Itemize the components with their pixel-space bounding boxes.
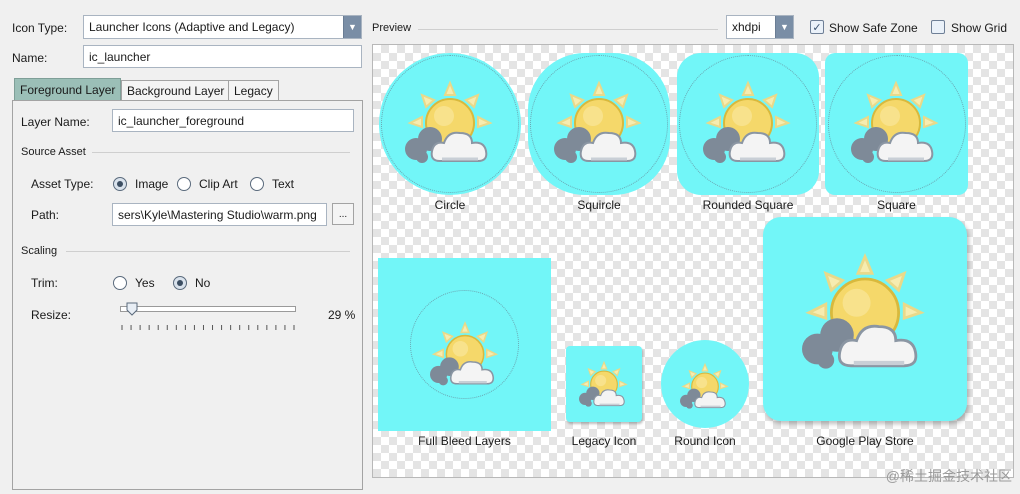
resize-slider-track[interactable] [120, 306, 296, 312]
path-input[interactable]: sers\Kyle\Mastering Studio\warm.png [112, 203, 327, 226]
chevron-down-icon[interactable]: ▼ [775, 16, 793, 38]
watermark-text: @稀土掘金技术社区 [885, 468, 1012, 484]
tab-foreground-layer[interactable]: Foreground Layer [14, 78, 122, 101]
preview-caption: Round Icon [674, 434, 736, 448]
preview-rounded-square [677, 53, 819, 195]
asset-type-text-radio[interactable] [250, 177, 264, 191]
preview-caption: Circle [434, 198, 466, 212]
trim-label: Trim: [31, 276, 58, 290]
asset-type-label: Asset Type: [31, 177, 94, 191]
name-input[interactable]: ic_launcher [83, 45, 362, 68]
density-value: xhdpi [732, 20, 761, 34]
preview-caption: Square [877, 198, 916, 212]
preview-play-store [763, 217, 967, 421]
tab-label: Background Layer [127, 84, 225, 98]
icon-type-label: Icon Type: [12, 21, 68, 35]
chevron-down-icon[interactable]: ▼ [343, 16, 361, 38]
path-value: sers\Kyle\Mastering Studio\warm.png [118, 207, 317, 222]
browse-label: ... [338, 208, 348, 220]
preview-caption: Full Bleed Layers [418, 434, 511, 448]
preview-caption: Legacy Icon [571, 434, 637, 448]
show-safe-zone-checkbox[interactable]: ✓ [810, 20, 824, 34]
trim-yes-label: Yes [135, 276, 155, 290]
section-divider [92, 152, 350, 153]
show-grid-checkbox[interactable] [931, 20, 945, 34]
resize-slider-thumb[interactable] [126, 302, 138, 316]
resize-label: Resize: [31, 308, 72, 322]
browse-button[interactable]: ... [332, 203, 354, 225]
asset-type-clipart-radio[interactable] [177, 177, 191, 191]
scaling-heading: Scaling [21, 245, 58, 257]
sun-cloud-icon [579, 360, 628, 407]
preview-label: Preview [372, 22, 412, 34]
preview-full-bleed [378, 258, 551, 431]
show-grid-label: Show Grid [951, 21, 1008, 35]
name-label: Name: [12, 51, 48, 65]
foreground-layer-panel [12, 100, 363, 490]
path-label: Path: [31, 208, 60, 222]
preview-caption: Google Play Store [816, 434, 914, 448]
section-divider [66, 251, 350, 252]
sun-cloud-icon [703, 80, 791, 163]
preview-caption: Squircle [577, 198, 621, 212]
checkmark-icon: ✓ [812, 21, 822, 34]
tab-legacy[interactable]: Legacy [228, 80, 279, 101]
icon-type-value: Launcher Icons (Adaptive and Legacy) [89, 20, 295, 34]
trim-no-label: No [195, 276, 211, 290]
layer-name-value: ic_launcher_foreground [118, 113, 245, 128]
preview-divider [418, 29, 718, 30]
sun-cloud-icon [802, 252, 925, 369]
trim-yes-radio[interactable] [113, 276, 127, 290]
preview-square [825, 53, 968, 195]
sun-cloud-icon [405, 80, 493, 163]
tab-label: Foreground Layer [20, 83, 116, 97]
trim-no-radio[interactable] [173, 276, 187, 290]
preview-legacy-icon [566, 346, 642, 422]
sun-cloud-icon [851, 80, 939, 163]
asset-type-image-label: Image [135, 177, 169, 191]
sun-cloud-icon [680, 362, 729, 409]
tab-background-layer[interactable]: Background Layer [121, 80, 231, 101]
icon-type-dropdown[interactable]: Launcher Icons (Adaptive and Legacy) ▼ [83, 15, 362, 39]
resize-value: 29 % [328, 308, 356, 322]
asset-type-clipart-label: Clip Art [199, 177, 238, 191]
preview-circle [379, 53, 521, 195]
layer-name-input[interactable]: ic_launcher_foreground [112, 109, 354, 132]
source-asset-heading: Source Asset [21, 146, 86, 158]
preview-squircle [528, 53, 670, 195]
density-dropdown[interactable]: xhdpi ▼ [726, 15, 794, 39]
name-input-value: ic_launcher [89, 49, 151, 64]
resize-slider-ticks [120, 320, 296, 330]
layer-name-label: Layer Name: [21, 115, 90, 129]
tab-label: Legacy [234, 84, 273, 98]
preview-caption: Rounded Square [702, 198, 794, 212]
sun-cloud-icon [554, 80, 642, 163]
preview-round-icon [661, 340, 749, 428]
show-safe-zone-label: Show Safe Zone [829, 21, 918, 35]
asset-type-text-label: Text [272, 177, 295, 191]
asset-type-image-radio[interactable] [113, 177, 127, 191]
sun-cloud-icon [430, 321, 499, 386]
